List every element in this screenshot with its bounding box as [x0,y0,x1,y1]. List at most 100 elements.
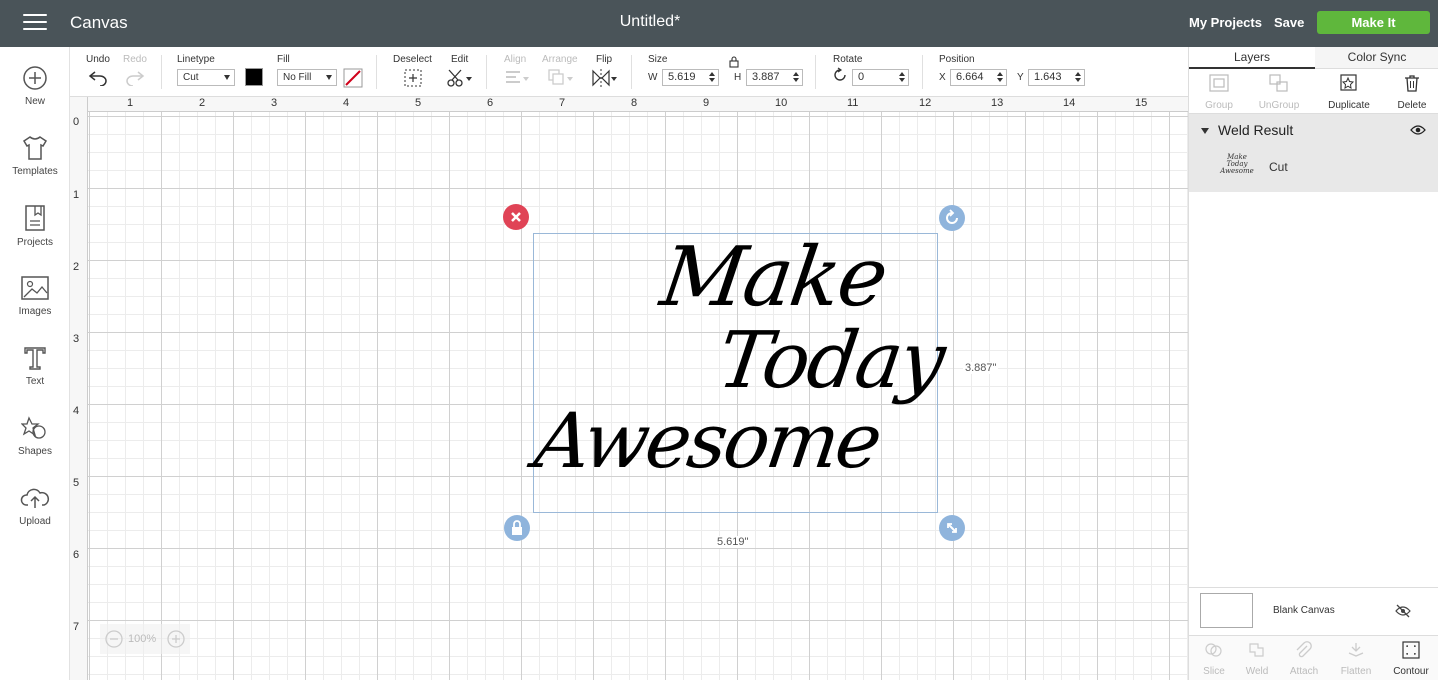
fill-none-swatch[interactable] [343,68,363,88]
ungroup-label: UnGroup [1258,100,1300,111]
slice-icon [1205,643,1222,657]
artwork-line-3: Awesome [529,396,885,485]
tab-color-sync[interactable]: Color Sync [1315,47,1438,69]
position-label: Position [939,54,975,65]
ruler-label: 2 [199,97,206,109]
zoom-in-icon[interactable] [166,629,186,649]
rotate-input[interactable]: 0 [852,69,909,86]
layer-name: Cut [1269,160,1288,174]
undo-label: Undo [86,54,110,65]
tab-layers[interactable]: Layers [1189,47,1315,69]
shapes-icon [21,416,46,439]
weld-button[interactable]: Weld [1232,641,1282,677]
blank-canvas-row[interactable]: Blank Canvas [1189,587,1438,635]
stepper-icon[interactable] [997,71,1003,84]
align-icon[interactable] [503,68,531,88]
flatten-button[interactable]: Flatten [1331,641,1381,677]
sidebar-item-projects[interactable]: Projects [0,204,70,248]
ruler-label: 1 [127,97,134,109]
toolbar-divider [486,55,487,89]
deselect-label: Deselect [393,54,432,65]
width-input[interactable]: 5.619 [662,69,719,86]
ruler-label: 5 [415,97,422,109]
fill-select[interactable]: No Fill [277,69,337,86]
height-value: 3.887 [752,71,780,83]
attach-button[interactable]: Attach [1279,641,1329,677]
flip-label: Flip [596,54,613,65]
group-button[interactable]: Group [1189,73,1249,111]
size-label: Size [648,54,668,65]
group-icon [1209,74,1229,92]
layer-group-weld-result[interactable]: Weld Result Make Today Awesome Cut [1189,114,1438,192]
edit-scissors-icon[interactable] [446,68,474,88]
sidebar-item-label: Projects [16,237,54,248]
flatten-label: Flatten [1340,666,1372,677]
flip-icon[interactable] [590,68,620,88]
width-label: W [648,72,658,83]
contour-button[interactable]: Contour [1386,641,1436,677]
stepper-icon[interactable] [793,71,799,84]
height-label: H [734,72,742,83]
toolbar-divider [922,55,923,89]
save-button[interactable]: Save [1274,15,1304,30]
sidebar-item-text[interactable]: Text [0,345,70,387]
duplicate-button[interactable]: Duplicate [1319,73,1379,111]
zoom-controls: 100% [100,624,190,654]
rotate-handle[interactable] [939,205,965,231]
sidebar-item-images[interactable]: Images [0,275,70,317]
rotate-icon [946,209,958,224]
ruler-label: 4 [343,97,350,109]
resize-handle[interactable] [939,515,965,541]
make-it-button[interactable]: Make It [1317,11,1430,34]
ruler-label: 12 [919,97,932,109]
selection-box[interactable]: Make Today Awesome [530,230,949,514]
sidebar-item-label: Shapes [18,446,52,457]
resize-arrows-icon [947,523,957,533]
bottom-tools: Slice Weld Attach Flatten Contour [1189,635,1438,680]
lock-icon[interactable] [728,56,740,68]
top-bar: Canvas Untitled* My Projects Save Make I… [0,0,1438,47]
delete-button[interactable]: Delete [1382,73,1438,111]
edit-label: Edit [451,54,469,65]
linetype-select[interactable]: Cut [177,69,235,86]
lock-handle[interactable] [504,515,530,541]
contour-label: Contour [1393,666,1429,677]
ruler-label: 1 [73,189,80,201]
eye-icon[interactable] [1410,124,1426,136]
sidebar-item-shapes[interactable]: Shapes [0,415,70,457]
chevron-down-icon[interactable] [1201,128,1209,134]
flatten-icon [1348,643,1364,657]
ungroup-icon [1269,74,1288,92]
paperclip-icon [1296,641,1312,658]
duplicate-icon [1340,74,1357,91]
undo-icon[interactable] [87,68,109,86]
sidebar-item-templates[interactable]: Templates [0,135,70,177]
design-canvas[interactable]: 1 2 3 4 5 6 7 8 9 10 11 12 13 14 15 0 1 … [70,97,1188,680]
ruler-label: 8 [631,97,638,109]
sidebar-item-upload[interactable]: Upload [0,485,70,527]
script-artwork[interactable]: Make Today Awesome [530,230,949,514]
y-input[interactable]: 1.643 [1028,69,1085,86]
x-input[interactable]: 6.664 [950,69,1007,86]
arrange-icon[interactable] [547,68,575,88]
stepper-icon[interactable] [709,71,715,84]
eye-hidden-icon[interactable] [1395,604,1411,618]
stepper-icon[interactable] [1075,71,1081,84]
linetype-color-swatch[interactable] [245,68,263,86]
sidebar-item-new[interactable]: New [0,65,70,107]
zoom-out-icon[interactable] [104,629,124,649]
ruler-label: 13 [991,97,1004,109]
height-input[interactable]: 3.887 [746,69,803,86]
ungroup-button[interactable]: UnGroup [1249,73,1309,111]
deselect-icon[interactable] [403,68,423,88]
delete-handle[interactable] [503,204,529,230]
blank-canvas-swatch[interactable] [1200,593,1253,628]
redo-icon[interactable] [124,68,146,86]
my-projects-button[interactable]: My Projects [1189,15,1262,30]
height-dimension-label: 3.887" [963,362,999,374]
rotate-label: Rotate [833,54,863,65]
ruler-label: 7 [559,97,566,109]
weld-icon [1249,643,1264,657]
stepper-icon[interactable] [899,71,905,84]
close-icon [511,212,521,222]
